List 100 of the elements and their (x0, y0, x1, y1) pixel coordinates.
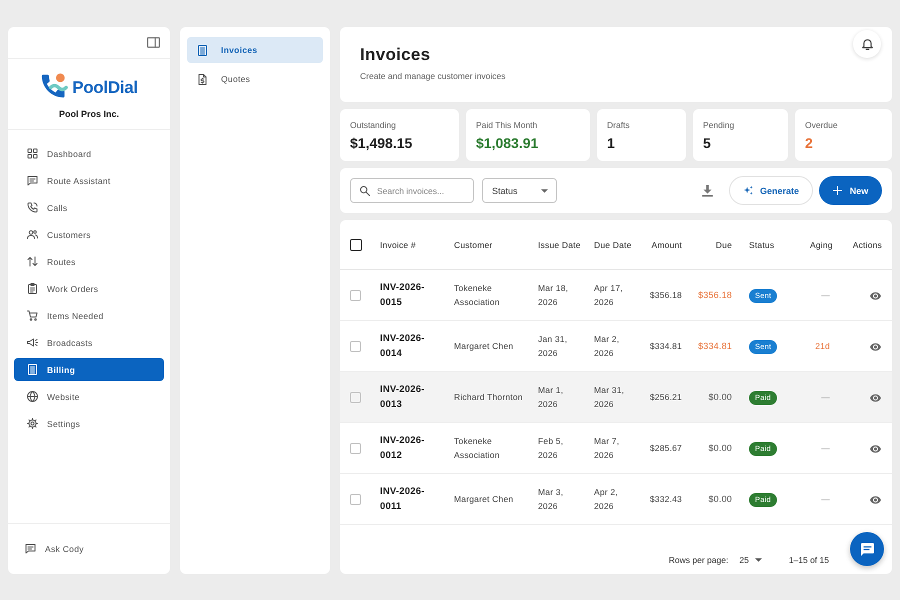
nav-item[interactable]: Route Assistant (14, 169, 164, 192)
chat-icon (860, 542, 874, 556)
nav-item[interactable]: Work Orders (14, 277, 164, 300)
sparkle-icon (742, 185, 754, 196)
stat-label: Paid This Month (476, 120, 538, 131)
column-header[interactable]: Due (688, 220, 738, 270)
cart-icon (27, 310, 38, 321)
stat-label: Overdue (805, 120, 839, 131)
row-checkbox[interactable] (350, 290, 361, 302)
table-cell: Mar 18, 2026 (532, 270, 588, 320)
table-cell: Tokeneke Association (448, 422, 532, 474)
nav-item[interactable]: Billing (14, 358, 164, 381)
megaphone-icon (27, 337, 38, 348)
stat-label: Drafts (607, 120, 631, 131)
notifications-button[interactable] (853, 30, 881, 58)
people-icon (27, 229, 38, 240)
nav-item[interactable]: Routes (14, 250, 164, 273)
eye-icon[interactable] (870, 394, 881, 402)
nav-item[interactable]: Customers (14, 223, 164, 246)
eye-icon[interactable] (870, 342, 881, 351)
search-field[interactable]: Search invoices... (350, 178, 474, 203)
row-checkbox[interactable] (350, 392, 361, 404)
nav-item[interactable]: Settings (14, 412, 164, 435)
status-select[interactable]: Status (482, 178, 557, 203)
table-cell: Margaret Chen (448, 474, 532, 524)
nav-item[interactable]: Calls (14, 196, 164, 219)
table-cell: Apr 2, 2026 (588, 474, 640, 524)
table-cell: $285.67 (640, 422, 688, 474)
table-cell: Mar 31, 2026 (588, 372, 640, 422)
nav-item[interactable]: Items Needed (14, 304, 164, 327)
new-button[interactable]: New (819, 176, 882, 205)
logo-text: PoolDial (72, 78, 138, 98)
document-icon (197, 44, 208, 56)
row-checkbox[interactable] (350, 443, 361, 454)
column-header[interactable]: Aging (804, 220, 836, 270)
ask-assistant-item[interactable]: Ask Cody (19, 537, 170, 560)
stat-value: 1 (607, 134, 616, 152)
table-cell: $0.00 (688, 372, 738, 422)
clipboard-icon (27, 283, 38, 294)
grid-icon (27, 148, 38, 159)
column-header[interactable]: Customer (448, 220, 532, 270)
table-cell: $0.00 (688, 474, 738, 524)
row-checkbox[interactable] (350, 494, 361, 506)
stat-label: Pending (703, 120, 736, 131)
column-header[interactable]: Due Date (588, 220, 640, 270)
rows-per-page-select[interactable]: 25 (739, 554, 762, 564)
table-cell: Apr 17, 2026 (588, 270, 640, 320)
table-cell: Richard Thornton (448, 372, 532, 422)
bell-icon (862, 38, 872, 50)
invoice-number: INV-2026-0012 (374, 422, 448, 474)
table-cell: $256.21 (640, 372, 688, 422)
table-cell: Feb 5, 2026 (532, 422, 588, 474)
column-header[interactable]: Status (738, 220, 804, 270)
stat-value: $1,083.91 (476, 134, 540, 152)
company-name: Pool Pros Inc. (58, 109, 119, 119)
table-cell: Mar 3, 2026 (532, 474, 588, 524)
dollar-document-icon (197, 74, 208, 84)
subnav-item[interactable]: Quotes (187, 66, 323, 92)
eye-icon[interactable] (870, 444, 881, 453)
table-cell: — (804, 422, 836, 474)
stat-value: 2 (805, 134, 814, 152)
generate-button[interactable]: Generate (729, 176, 813, 205)
invoice-number: INV-2026-0015 (374, 270, 448, 320)
eye-icon[interactable] (870, 496, 881, 504)
column-header[interactable]: Actions (836, 220, 892, 270)
eye-icon[interactable] (870, 292, 881, 300)
stat-value: 5 (703, 134, 712, 152)
select-all-checkbox[interactable] (350, 239, 362, 252)
plus-icon (832, 186, 842, 195)
message-icon (27, 175, 38, 186)
arrows-icon (27, 256, 38, 267)
stat-label: Outstanding (350, 120, 397, 131)
phone-icon (27, 202, 38, 213)
subnav-item[interactable]: Invoices (187, 37, 323, 63)
table-cell: $356.18 (640, 270, 688, 320)
caret-icon (541, 188, 548, 192)
column-header[interactable]: Invoice # (374, 220, 448, 270)
pagination-range: 1–15 of 15 (788, 554, 829, 564)
nav-item[interactable]: Broadcasts (14, 331, 164, 354)
nav-item[interactable]: Dashboard (14, 142, 164, 165)
table-cell: Tokeneke Association (448, 270, 532, 320)
table-cell: — (804, 474, 836, 524)
table-cell: $332.43 (640, 474, 688, 524)
nav-item[interactable]: Website (14, 385, 164, 408)
message-icon (25, 543, 36, 554)
column-header[interactable]: Amount (640, 220, 688, 270)
table-cell: Mar 7, 2026 (588, 422, 640, 474)
table-cell: $0.00 (688, 422, 738, 474)
row-checkbox[interactable] (350, 341, 361, 352)
invoice-number: INV-2026-0011 (374, 474, 448, 524)
download-icon[interactable] (702, 184, 713, 196)
stat-value: $1,498.15 (350, 134, 414, 152)
table-cell: — (804, 270, 836, 320)
page-subtitle: Create and manage customer invoices (360, 70, 507, 82)
invoice-number: INV-2026-0013 (374, 372, 448, 422)
panel-toggle-icon[interactable] (147, 37, 160, 48)
table-cell: Mar 1, 2026 (532, 372, 588, 422)
page-title: Invoices (360, 44, 432, 66)
column-header[interactable]: Issue Date (532, 220, 588, 270)
globe-icon (27, 391, 38, 402)
